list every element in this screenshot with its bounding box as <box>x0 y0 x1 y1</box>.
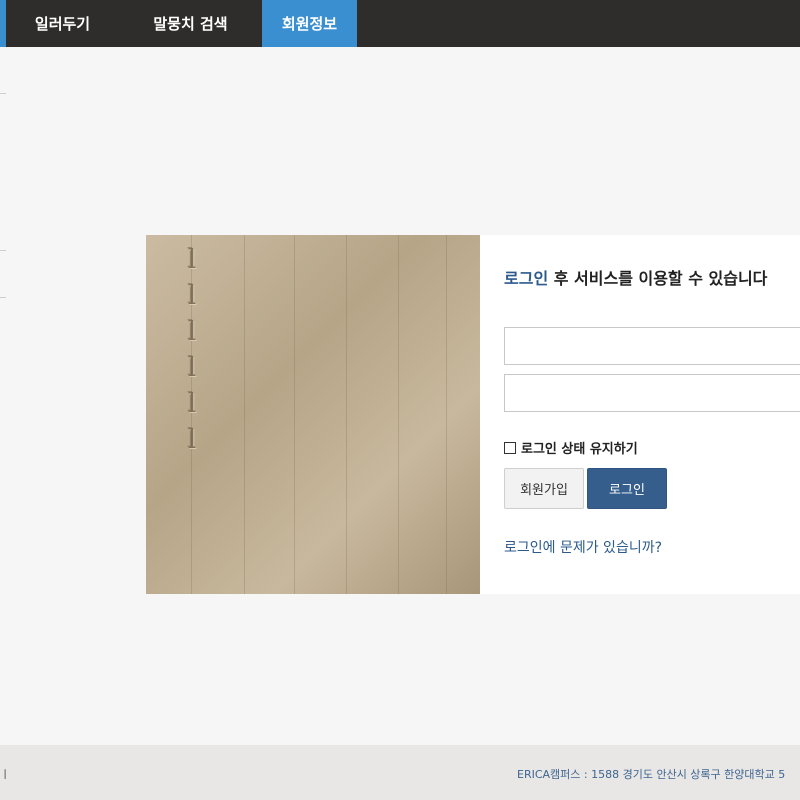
remember-label: 로그인 상태 유지하기 <box>521 442 638 457</box>
nav-item-corpus-search[interactable]: 말뭉치 검색 <box>119 0 262 47</box>
footer-left-text: ㅣ <box>0 768 11 781</box>
login-headline-rest: 후 서비스를 이용할 수 있습니다 <box>548 269 768 288</box>
sidebar-divider <box>0 297 6 298</box>
footer: ㅣ ERICA캠퍼스 : 1588 경기도 안산시 상록구 한양대학교 5 <box>0 745 800 800</box>
nav-item-guide[interactable]: 일러두기 <box>6 0 119 47</box>
login-headline: 로그인 후 서비스를 이용할 수 있습니다 <box>504 265 800 289</box>
password-input[interactable] <box>504 374 800 412</box>
top-navigation: 일러두기 말뭉치 검색 회원정보 <box>0 0 800 47</box>
sidebar-divider <box>0 250 6 251</box>
login-panel: 로그인 후 서비스를 이용할 수 있습니다 로그인 상태 유지하기 회원가입 로… <box>480 235 800 594</box>
nav-item-member-info[interactable]: 회원정보 <box>262 0 357 47</box>
login-headline-highlight: 로그인 <box>504 269 549 288</box>
remember-checkbox[interactable] <box>504 441 516 454</box>
hangul-stone-inscription-image: ⅼⅼⅼⅼⅼⅼ <box>146 235 480 594</box>
footer-campus-address: ERICA캠퍼스 : 1588 경기도 안산시 상록구 한양대학교 5 <box>517 768 786 781</box>
login-card: ⅼⅼⅼⅼⅼⅼ 로그인 후 서비스를 이용할 수 있습니다 로그인 상태 유지하기… <box>146 235 800 594</box>
sign-up-button[interactable]: 회원가입 <box>504 468 584 509</box>
login-help-link[interactable]: 로그인에 문제가 있습니까? <box>504 537 662 557</box>
sidebar-divider <box>0 93 6 94</box>
user-id-input[interactable] <box>504 327 800 365</box>
login-button[interactable]: 로그인 <box>587 468 667 509</box>
remember-login-option[interactable]: 로그인 상태 유지하기 <box>504 438 638 457</box>
